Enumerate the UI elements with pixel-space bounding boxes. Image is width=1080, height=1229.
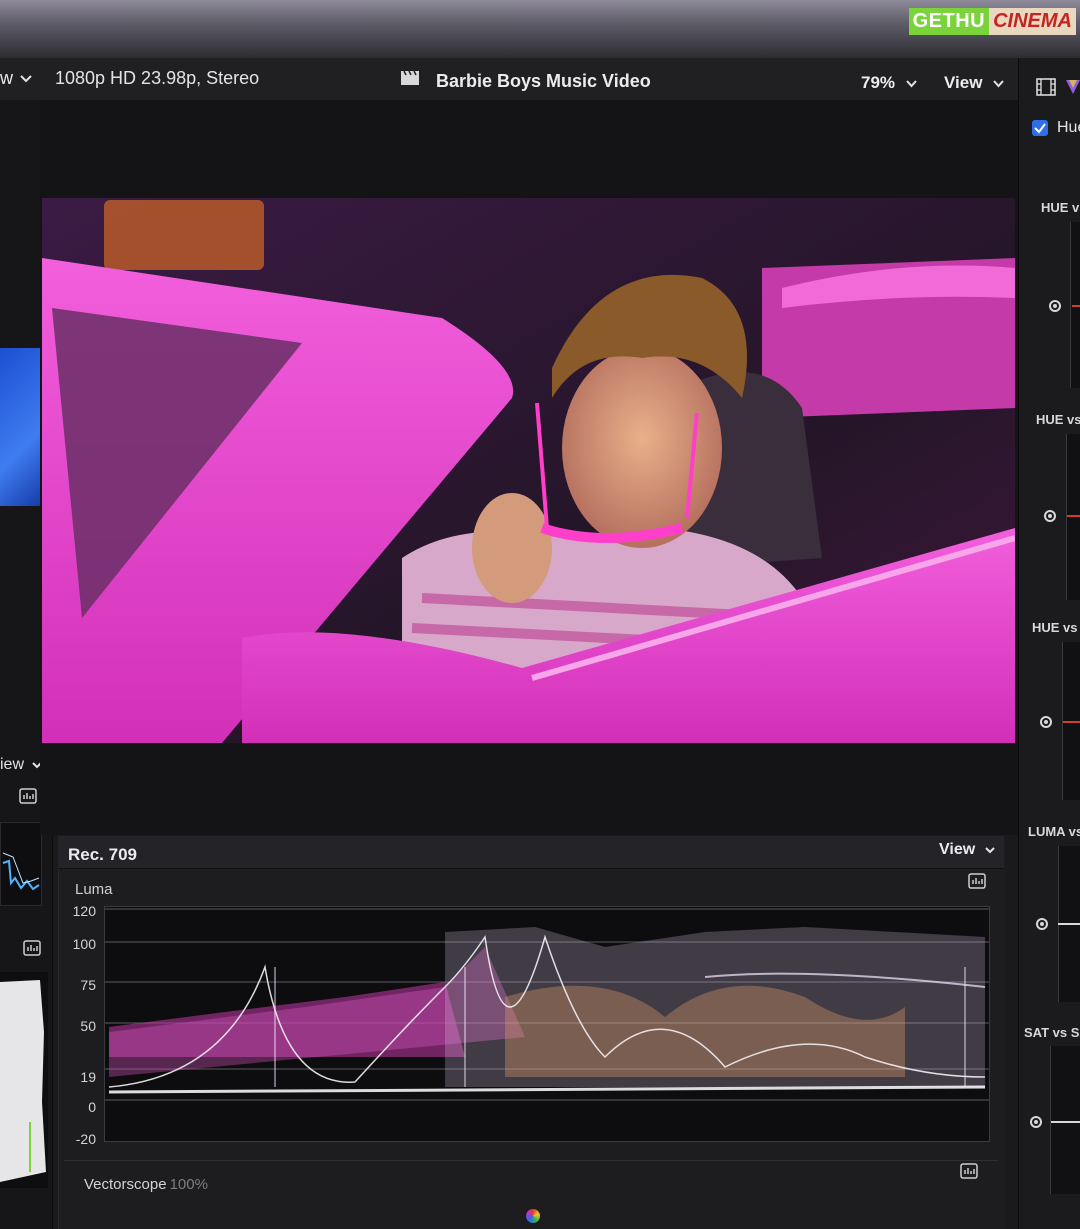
curve-title: HUE vs: [1036, 412, 1080, 427]
zoom-value: 79%: [861, 73, 896, 92]
chevron-down-icon: [20, 75, 32, 83]
curve-title: SAT vs SA: [1024, 1025, 1080, 1040]
hue-checkbox-label: Hue: [1057, 119, 1080, 136]
color-space-label: Rec. 709: [68, 845, 137, 864]
scope-settings-icon[interactable]: [960, 1163, 978, 1179]
sat-vs-sat-curve[interactable]: [1050, 1046, 1080, 1194]
left-view-fragment: w: [0, 68, 13, 88]
format-label: 1080p HD 23.98p, Stereo: [55, 68, 260, 88]
scope-divider: [64, 1160, 998, 1161]
eyedropper-target-icon[interactable]: [1040, 716, 1052, 728]
curve-title: HUE vs: [1032, 620, 1078, 635]
film-strip-icon[interactable]: [1036, 78, 1056, 96]
vectorscope-zoom: 100%: [169, 1176, 208, 1193]
curve-line: [1063, 721, 1080, 723]
project-title: Barbie Boys Music Video: [436, 71, 651, 91]
axis-tick-label: -20: [75, 1131, 96, 1147]
chevron-down-icon: [906, 80, 917, 88]
watermark-part-a: GETHU: [908, 7, 990, 35]
color-wheel-icon[interactable]: [526, 1209, 540, 1223]
vectorscope-header: Vectorscope 100%: [84, 1176, 208, 1193]
color-board-icon[interactable]: [1066, 78, 1080, 96]
scopes-view-label: View: [939, 841, 976, 858]
axis-tick-label: 19: [80, 1069, 96, 1085]
scopes-view-menu[interactable]: View: [939, 841, 995, 859]
axis-tick-label: 100: [72, 936, 96, 952]
scope-settings-icon[interactable]: [23, 940, 41, 956]
scope-settings-icon[interactable]: [19, 788, 37, 804]
left-view-label: iew: [0, 756, 25, 773]
curve-line: [1072, 305, 1080, 307]
eyedropper-target-icon[interactable]: [1044, 510, 1056, 522]
video-frame[interactable]: [42, 198, 1015, 743]
left-histogram: [0, 972, 48, 1188]
curve-line: [1067, 515, 1080, 517]
eyedropper-target-icon[interactable]: [1036, 918, 1048, 930]
luma-waveform: [104, 906, 990, 1142]
hue-curve-checkbox[interactable]: [1032, 120, 1048, 136]
curve-title: HUE vs: [1041, 200, 1080, 215]
viewer-view-label: View: [944, 73, 983, 92]
left-header[interactable]: w: [0, 58, 41, 100]
chevron-down-icon: [984, 847, 995, 854]
left-view-menu[interactable]: iew: [0, 756, 43, 774]
hue-vs-sat-curve[interactable]: [1066, 434, 1080, 600]
watermark-part-b: CINEMA: [989, 7, 1076, 35]
waveform-mode-label: Luma: [75, 881, 113, 898]
viewer-view-menu[interactable]: View: [944, 73, 1004, 93]
clapperboard-icon: [401, 70, 419, 85]
eyedropper-target-icon[interactable]: [1030, 1116, 1042, 1128]
zoom-menu[interactable]: 79%: [861, 73, 917, 93]
curve-line: [1051, 1121, 1080, 1123]
left-scope-preview: [0, 822, 42, 906]
axis-tick-label: 0: [88, 1099, 96, 1115]
axis-tick-label: 120: [72, 903, 96, 919]
scopes-header: [58, 836, 1004, 869]
axis-tick-label: 75: [80, 977, 96, 993]
curve-title: LUMA vs: [1028, 824, 1080, 839]
scope-settings-icon[interactable]: [968, 873, 986, 889]
chevron-down-icon: [993, 80, 1004, 88]
watermark-logo: GETHU CINEMA: [908, 6, 1076, 36]
vectorscope-label: Vectorscope: [84, 1176, 167, 1193]
axis-tick-label: 50: [80, 1018, 96, 1034]
eyedropper-target-icon[interactable]: [1049, 300, 1061, 312]
curve-line: [1058, 923, 1080, 925]
